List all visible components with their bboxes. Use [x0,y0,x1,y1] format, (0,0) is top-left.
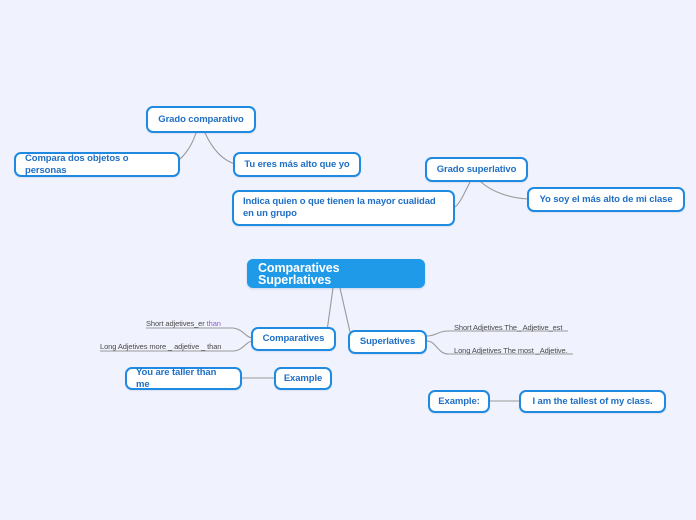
node-root-label: Comparatives Superlatives [258,260,340,287]
edge-superlativo-indica [454,181,471,208]
node-example-left[interactable]: Example [274,367,332,390]
node-you-are-taller-than-me-label: You are taller than me [136,366,217,390]
label-long-adjetives-more: Long Adjetives more _ adjetive _ than [100,342,221,352]
node-example-left-label: Example [283,372,323,384]
node-grado-comparativo[interactable]: Grado comparativo [146,106,256,133]
node-tu-eres-mas-alto[interactable]: Tu eres más alto que yo [233,152,361,177]
node-i-am-the-tallest-label: I am the tallest of my class. [532,395,653,407]
edge-comparatives-short [146,327,254,339]
node-grado-superlativo-label: Grado superlativo [436,163,517,175]
label-short-adjetives-est: Short Adjetives The_ Adjetive_est [454,323,562,333]
node-comparatives[interactable]: Comparatives [251,327,336,351]
edge-root-superlatives [339,287,351,333]
node-superlatives[interactable]: Superlatives [348,330,427,354]
node-tu-eres-mas-alto-label: Tu eres más alto que yo [244,158,350,170]
node-comparatives-label: Comparatives [262,333,325,344]
label-short-adjetives-er-text: Short adjetives_er [146,319,207,328]
edge-comparativo-tueres [204,132,236,165]
node-indica-quien-label: Indica quien o que tienen la mayor cuali… [243,196,436,219]
node-example-right[interactable]: Example: [428,390,490,413]
node-yo-soy-el-mas-alto-label: Yo soy el más alto de mi clase [539,193,673,205]
node-grado-superlativo[interactable]: Grado superlativo [425,157,528,182]
label-long-adjetives-most-text: Long Adjetives The most _Adjetive. [454,346,568,355]
node-yo-soy-el-mas-alto[interactable]: Yo soy el más alto de mi clase [527,187,685,212]
node-example-right-label: Example: [438,395,480,407]
node-compara-dos-objetos-label: Compara dos objetos o personas [25,152,129,176]
edge-root-comparatives [326,287,334,332]
node-indica-quien[interactable]: Indica quien o que tienen la mayor cuali… [232,190,455,226]
node-grado-comparativo-label: Grado comparativo [158,113,244,125]
label-short-adjetives-er-highlight: than [206,319,221,328]
label-long-adjetives-more-text: Long Adjetives more _ adjetive _ than [100,342,222,351]
node-i-am-the-tallest[interactable]: I am the tallest of my class. [519,390,666,413]
node-compara-dos-objetos[interactable]: Compara dos objetos o personas [14,152,180,177]
edge-superlativo-yosoy [480,181,529,200]
node-you-are-taller-than-me[interactable]: You are taller than me [125,367,242,390]
label-short-adjetives-er: Short adjetives_er than [146,319,221,329]
node-superlatives-label: Superlatives [359,336,416,347]
node-root-comparatives-superlatives[interactable]: Comparatives Superlatives [247,259,425,288]
label-short-adjetives-est-text: Short Adjetives The_ Adjetive_est [454,323,563,332]
mindmap-canvas: Grado comparativo Compara dos objetos o … [0,0,696,520]
label-long-adjetives-most: Long Adjetives The most _Adjetive. [454,346,568,356]
